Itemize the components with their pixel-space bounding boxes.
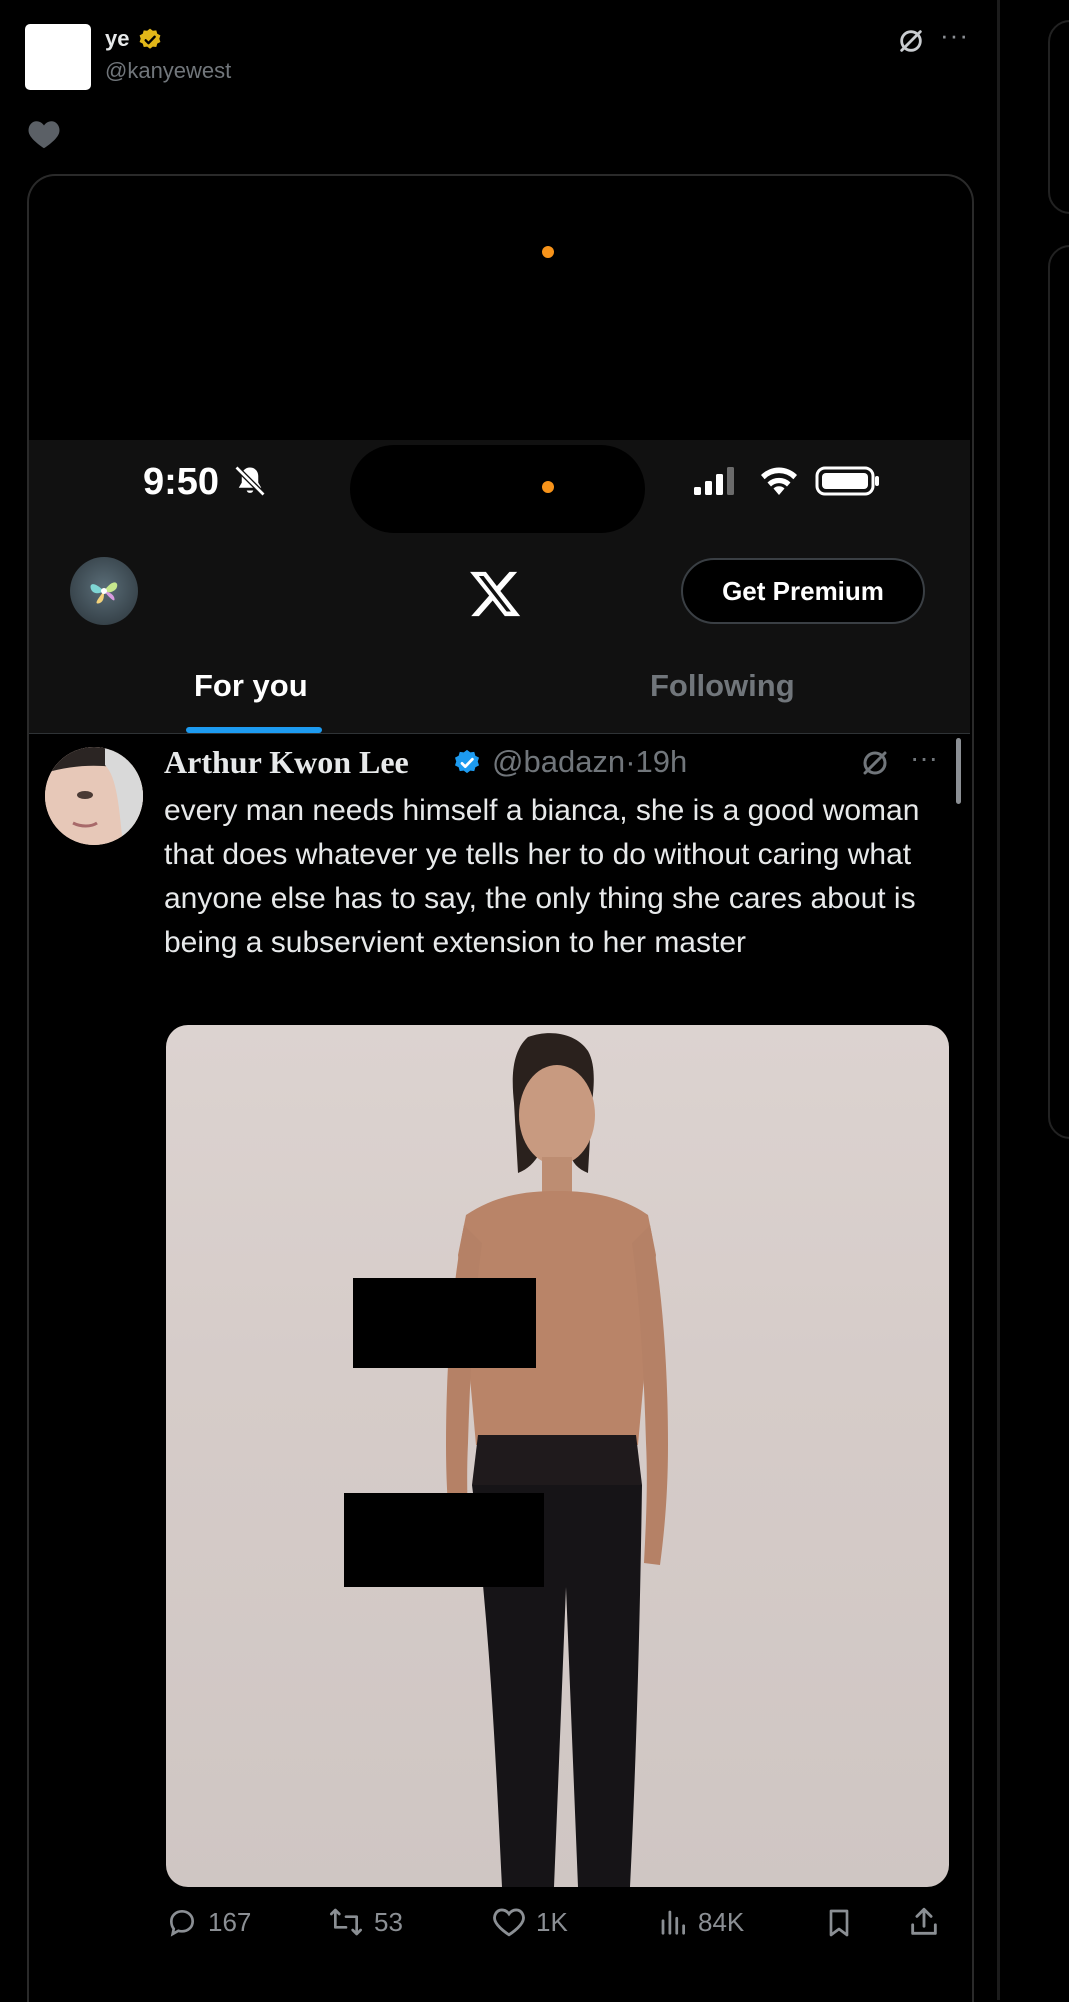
dynamic-island — [350, 445, 645, 533]
scrollbar-thumb[interactable] — [956, 738, 961, 804]
battery-icon — [815, 466, 879, 496]
tweet-handle[interactable]: @badazn — [492, 744, 625, 779]
views-button[interactable]: 84K — [658, 1906, 744, 1938]
like-button[interactable]: 1K — [492, 1906, 568, 1938]
tweet-media-image[interactable] — [166, 1025, 949, 1887]
avatar-face-art — [45, 747, 143, 845]
tweet-author-avatar[interactable] — [45, 747, 143, 845]
recording-indicator — [542, 481, 554, 493]
reply-button[interactable]: 167 — [166, 1906, 251, 1938]
side-panel-edge — [1048, 245, 1069, 1139]
more-options-icon[interactable]: ··· — [910, 742, 938, 774]
outer-handle[interactable]: @kanyewest — [105, 58, 231, 84]
repost-button[interactable]: 53 — [328, 1906, 403, 1938]
reply-icon — [169, 1909, 195, 1937]
tweet-text: every man needs himself a bianca, she is… — [164, 794, 920, 959]
gold-verified-badge-icon — [139, 28, 161, 49]
repost-icon — [330, 1908, 362, 1936]
status-time: 9:50 — [143, 461, 220, 503]
column-divider — [997, 0, 1000, 2000]
reply-count: 167 — [208, 1906, 252, 1937]
like-count: 1K — [536, 1906, 568, 1937]
photo-illustration — [446, 1033, 668, 1887]
signal-icon — [694, 467, 734, 495]
more-options-icon[interactable]: ··· — [940, 20, 969, 51]
tweet-time[interactable]: 19h — [636, 744, 688, 779]
tweet-author-name[interactable]: Arthur Kwon Lee — [164, 744, 409, 781]
wifi-icon — [761, 467, 797, 495]
outer-display-name[interactable]: ye — [105, 26, 129, 52]
views-count: 84K — [698, 1906, 745, 1937]
repost-count: 53 — [374, 1906, 403, 1937]
censor-bar — [353, 1278, 536, 1368]
grok-icon[interactable] — [860, 748, 890, 778]
tab-following[interactable]: Following — [650, 668, 795, 704]
views-chart-icon — [661, 1910, 685, 1935]
tweet-handle-time[interactable]: @badazn·19h — [492, 744, 687, 780]
side-panel-edge — [1048, 20, 1069, 214]
get-premium-button[interactable]: Get Premium — [681, 558, 925, 624]
censor-bar — [344, 1493, 544, 1587]
heart-icon[interactable] — [27, 118, 61, 150]
grok-icon[interactable] — [897, 27, 925, 55]
like-heart-icon — [493, 1908, 525, 1937]
verified-badge-icon — [455, 749, 479, 774]
tab-for-you[interactable]: For you — [194, 668, 308, 704]
tabs-divider — [29, 733, 970, 734]
profile-avatar[interactable] — [70, 557, 138, 625]
bell-slash-icon — [234, 465, 266, 497]
share-icon[interactable] — [907, 1904, 941, 1940]
recording-indicator — [542, 246, 554, 258]
separator: · — [625, 744, 636, 779]
outer-avatar[interactable] — [25, 24, 91, 90]
profile-avatar-art — [90, 577, 118, 604]
bookmark-icon[interactable] — [823, 1906, 855, 1940]
x-logo-icon[interactable] — [466, 566, 524, 622]
